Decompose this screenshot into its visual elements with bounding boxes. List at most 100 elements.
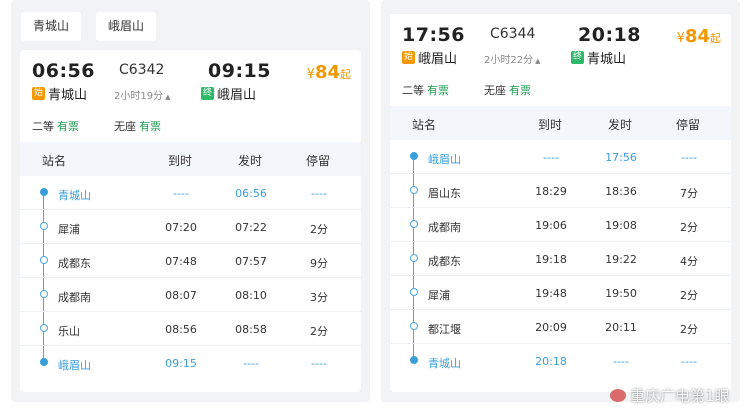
stop-row[interactable]: 都江堰 20:09 20:11 2分 [390,310,731,344]
train-number: C6344 [490,26,536,42]
stop-row[interactable]: 峨眉山 09:15 ---- ---- [20,346,361,380]
seat-label: 无座 [484,84,506,97]
stop-row[interactable]: 青城山 ---- 06:56 ---- [20,176,361,210]
stop-dot-icon [410,322,418,330]
seat-second-class: 二等 有票 [32,118,79,134]
seat-label: 二等 [32,120,54,133]
train-number: C6342 [119,62,165,78]
from-station-label: 青城山 [48,88,88,103]
from-station: 始青城山 [32,84,87,103]
stop-arrive-time: 08:56 [165,323,197,336]
stop-arrive-time: 09:15 [165,357,197,370]
seat-second-class: 二等 有票 [402,82,449,98]
to-station: 终峨眉山 [201,84,256,103]
train-card-c6342: 06:56 C6342 09:15 2小时19分 ▲ ¥84起 始青城山 终峨眉山… [20,50,361,392]
stop-row[interactable]: 犀浦 07:20 07:22 2分 [20,210,361,244]
stop-dot-icon [410,152,418,160]
stop-dot-icon [410,254,418,262]
start-station-icon: 始 [32,87,45,100]
seat-label: 无座 [114,120,136,133]
stop-row[interactable]: 乐山 08:56 08:58 2分 [20,312,361,346]
caret-up-icon: ▲ [535,57,541,65]
seat-status: 有票 [139,120,161,133]
train-card-c6344: 17:56 C6344 20:18 2小时22分 ▲ ¥84起 始峨眉山 终青城山… [390,14,731,392]
to-station-chip[interactable]: 峨眉山 [96,12,157,41]
to-station: 终青城山 [571,48,626,67]
stop-stay-duration: 9分 [310,257,328,270]
seat-no-seat: 无座 有票 [114,118,161,134]
stop-dot-icon [40,256,48,264]
arrive-time: 20:18 [578,24,641,46]
stop-name: 犀浦 [428,289,450,302]
depart-time: 06:56 [32,60,95,82]
stop-name: 青城山 [58,189,91,202]
stop-name: 青城山 [428,357,461,370]
duration-toggle[interactable]: 2小时19分 ▲ [114,87,170,102]
stop-name: 成都南 [428,221,461,234]
depart-time: 17:56 [402,24,465,46]
stop-row[interactable]: 成都东 07:48 07:57 9分 [20,244,361,278]
header-station: 站名 [42,154,67,168]
price-amount: 84 [314,62,340,83]
header-depart: 发时 [608,118,633,132]
seat-status: 有票 [509,84,531,97]
stop-dot-icon [410,356,418,364]
stop-name: 成都东 [428,255,461,268]
stop-stay-duration: 2分 [310,223,328,236]
seat-status: 有票 [57,120,79,133]
stop-depart-time: 18:36 [605,185,637,198]
stop-depart-time: 19:50 [605,287,637,300]
stop-name: 峨眉山 [58,359,91,372]
stop-name: 成都南 [58,291,91,304]
stop-stay-duration: ---- [681,355,697,368]
stop-dot-icon [40,222,48,230]
stop-row[interactable]: 眉山东 18:29 18:36 7分 [390,174,731,208]
stop-dot-icon [40,188,48,196]
price-amount: 84 [684,26,710,47]
stop-stay-duration: 2分 [310,325,328,338]
stop-depart-time: 19:08 [605,219,637,232]
stop-row[interactable]: 峨眉山 ---- 17:56 ---- [390,140,731,174]
stop-arrive-time: 20:18 [535,355,567,368]
stop-dot-icon [40,358,48,366]
duration-text: 2小时22分 [484,55,534,66]
price-currency: ¥ [306,67,315,82]
stop-arrive-time: 08:07 [165,289,197,302]
stop-depart-time: 07:22 [235,221,267,234]
stops-table-header: 站名 到时 发时 停留 [20,142,361,176]
stop-dot-icon [40,324,48,332]
price-suffix: 起 [340,68,351,81]
stop-depart-time: 06:56 [235,187,267,200]
stop-row[interactable]: 犀浦 19:48 19:50 2分 [390,276,731,310]
stop-depart-time: 07:57 [235,255,267,268]
stop-arrive-time: 07:48 [165,255,197,268]
stop-arrive-time: 07:20 [165,221,197,234]
stop-row[interactable]: 成都东 19:18 19:22 4分 [390,242,731,276]
header-stay: 停留 [676,118,701,132]
weibo-icon [610,389,626,402]
header-arrive: 到时 [168,154,193,168]
stop-row[interactable]: 青城山 20:18 ---- ---- [390,344,731,378]
stop-arrive-time: 18:29 [535,185,567,198]
stop-arrive-time: ---- [543,151,559,164]
stop-stay-duration: 2分 [680,289,698,302]
stop-name: 都江堰 [428,323,461,336]
stop-name: 犀浦 [58,223,80,236]
stop-name: 眉山东 [428,187,461,200]
price-currency: ¥ [676,31,685,46]
stop-arrive-time: ---- [173,187,189,200]
stop-stay-duration: ---- [681,151,697,164]
stop-row[interactable]: 成都南 19:06 19:08 2分 [390,208,731,242]
right-train-panel: 17:56 C6344 20:18 2小时22分 ▲ ¥84起 始峨眉山 终青城山… [381,0,740,402]
from-station-chip[interactable]: 青城山 [21,12,82,41]
stop-stay-duration: 3分 [310,291,328,304]
stop-name: 峨眉山 [428,153,461,166]
watermark-text: 重庆广电第1眼 [630,387,730,405]
caret-up-icon: ▲ [165,93,171,101]
left-train-panel: 青城山 峨眉山 06:56 C6342 09:15 2小时19分 ▲ ¥84起 始… [11,0,370,402]
stop-depart-time: 17:56 [605,151,637,164]
stop-dot-icon [410,186,418,194]
duration-toggle[interactable]: 2小时22分 ▲ [484,51,540,66]
stop-row[interactable]: 成都南 08:07 08:10 3分 [20,278,361,312]
stop-stay-duration: 2分 [680,221,698,234]
